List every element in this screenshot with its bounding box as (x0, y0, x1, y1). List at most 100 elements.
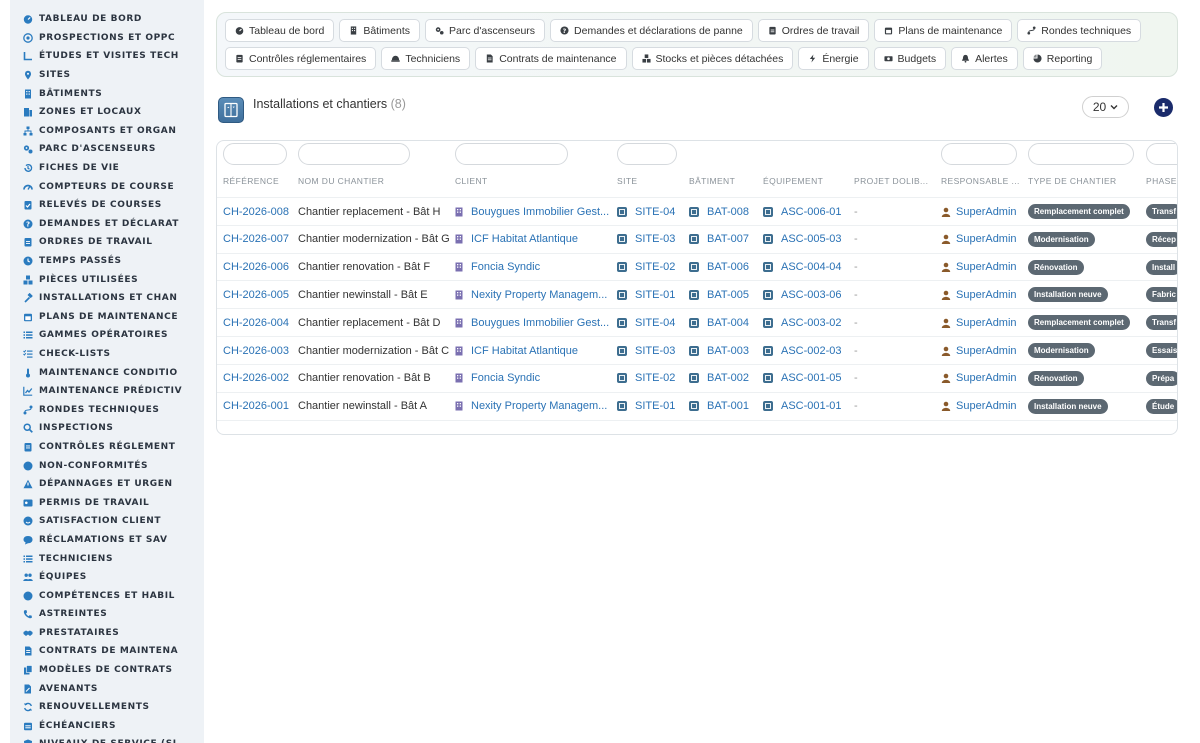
column-header-project[interactable]: PROJET DOLIB... (854, 176, 928, 186)
sidebar-item[interactable]: INSPECTIONS (10, 419, 204, 438)
nav-shortcut-button[interactable]: Énergie (798, 47, 869, 70)
table-row[interactable]: CH-2026-008 Chantier replacement - Bât H B… (217, 197, 1177, 225)
cell-ref[interactable]: CH-2026-005 (223, 281, 293, 308)
sidebar-item[interactable]: PERMIS DE TRAVAIL (10, 493, 204, 512)
cell-manager[interactable]: SuperAdmin (941, 254, 1025, 281)
filter-type-input[interactable] (1028, 143, 1134, 165)
sidebar-item[interactable]: COMPTEURS DE COURSE (10, 177, 204, 196)
nav-shortcut-button[interactable]: Tableau de bord (225, 19, 335, 42)
cell-equipment[interactable]: ASC-006-01 (763, 198, 851, 225)
cell-ref[interactable]: CH-2026-006 (223, 254, 293, 281)
cell-building[interactable]: BAT-004 (689, 309, 759, 336)
nav-shortcut-button[interactable]: Rondes techniques (1017, 19, 1142, 42)
cell-building[interactable]: BAT-005 (689, 281, 759, 308)
sidebar-item[interactable]: ASTREINTES (10, 605, 204, 624)
column-header-name[interactable]: NOM DU CHANTIER (298, 176, 384, 186)
cell-client[interactable]: Nexity Property Managem... (455, 281, 610, 308)
add-record-button[interactable] (1154, 98, 1173, 117)
cell-equipment[interactable]: ASC-003-06 (763, 281, 851, 308)
cell-equipment[interactable]: ASC-005-03 (763, 226, 851, 253)
sidebar-item[interactable]: ÉCHÉANCIERS (10, 717, 204, 736)
cell-client[interactable]: Bouygues Immobilier Gest... (455, 198, 610, 225)
nav-shortcut-button[interactable]: Parc d'ascenseurs (425, 19, 546, 42)
sidebar-item[interactable]: COMPOSANTS ET ORGAN (10, 122, 204, 141)
cell-ref[interactable]: CH-2026-008 (223, 198, 293, 225)
sidebar-item[interactable]: MAINTENANCE CONDITIO (10, 363, 204, 382)
sidebar-item[interactable]: INSTALLATIONS ET CHAN (10, 289, 204, 308)
sidebar-item[interactable]: TECHNICIENS (10, 549, 204, 568)
cell-manager[interactable]: SuperAdmin (941, 365, 1025, 392)
table-row[interactable]: CH-2026-001 Chantier newinstall - Bât A Ne… (217, 391, 1177, 420)
sidebar-item[interactable]: MAINTENANCE PRÉDICTIV (10, 382, 204, 401)
nav-shortcut-button[interactable]: Budgets (873, 47, 947, 70)
cell-client[interactable]: ICF Habitat Atlantique (455, 226, 610, 253)
table-row[interactable]: CH-2026-007 Chantier modernization - Bât … (217, 224, 1177, 253)
sidebar-item[interactable]: RÉCLAMATIONS ET SAV (10, 531, 204, 550)
sidebar-item[interactable]: CHECK-LISTS (10, 345, 204, 364)
cell-site[interactable]: SITE-03 (617, 226, 685, 253)
sidebar-item[interactable]: CONTRATS DE MAINTENA (10, 642, 204, 661)
per-page-select[interactable]: 20 (1082, 96, 1129, 118)
cell-equipment[interactable]: ASC-002-03 (763, 337, 851, 364)
filter-phase-input[interactable] (1146, 143, 1177, 165)
table-row[interactable]: CH-2026-003 Chantier modernization - Bât … (217, 336, 1177, 364)
cell-ref[interactable]: CH-2026-002 (223, 365, 293, 392)
table-row[interactable]: CH-2026-002 Chantier renovation - Bât B Fo… (217, 363, 1177, 392)
cell-client[interactable]: Foncia Syndic (455, 365, 610, 392)
cell-site[interactable]: SITE-01 (617, 393, 685, 420)
sidebar-item[interactable]: ÉQUIPES (10, 568, 204, 587)
sidebar-item[interactable]: NIVEAUX DE SERVICE (SL (10, 735, 204, 743)
column-header-building[interactable]: BÂTIMENT (689, 176, 735, 186)
sidebar-item[interactable]: AVENANTS (10, 679, 204, 698)
sidebar-item[interactable]: SATISFACTION CLIENT (10, 512, 204, 531)
cell-building[interactable]: BAT-001 (689, 393, 759, 420)
sidebar-item[interactable]: PRESTATAIRES (10, 624, 204, 643)
nav-shortcut-button[interactable]: Techniciens (381, 47, 471, 70)
cell-building[interactable]: BAT-007 (689, 226, 759, 253)
sidebar-item[interactable]: RELEVÉS DE COURSES (10, 196, 204, 215)
sidebar-item[interactable]: TEMPS PASSÉS (10, 252, 204, 271)
table-row[interactable]: CH-2026-006 Chantier renovation - Bât F Fo… (217, 252, 1177, 281)
table-row[interactable]: CH-2026-004 Chantier replacement - Bât D B… (217, 308, 1177, 336)
nav-shortcut-button[interactable]: Bâtiments (339, 19, 420, 42)
sidebar-item[interactable]: CONTRÔLES RÉGLEMENT (10, 438, 204, 457)
column-header-site[interactable]: SITE (617, 176, 638, 186)
cell-site[interactable]: SITE-03 (617, 337, 685, 364)
cell-manager[interactable]: SuperAdmin (941, 337, 1025, 364)
cell-manager[interactable]: SuperAdmin (941, 281, 1025, 308)
cell-ref[interactable]: CH-2026-003 (223, 337, 293, 364)
cell-manager[interactable]: SuperAdmin (941, 198, 1025, 225)
column-header-type[interactable]: TYPE DE CHANTIER (1028, 176, 1117, 186)
filter-ref-input[interactable] (223, 143, 287, 165)
cell-client[interactable]: Foncia Syndic (455, 254, 610, 281)
cell-client[interactable]: Nexity Property Managem... (455, 393, 610, 420)
sidebar-item[interactable]: ZONES ET LOCAUX (10, 103, 204, 122)
sidebar-item[interactable]: TABLEAU DE BORD (10, 10, 204, 29)
sidebar-item[interactable]: RENOUVELLEMENTS (10, 698, 204, 717)
column-header-client[interactable]: CLIENT (455, 176, 488, 186)
cell-building[interactable]: BAT-002 (689, 365, 759, 392)
cell-client[interactable]: ICF Habitat Atlantique (455, 337, 610, 364)
nav-shortcut-button[interactable]: Reporting (1022, 47, 1103, 70)
filter-site-input[interactable] (617, 143, 677, 165)
sidebar-item[interactable]: DÉPANNAGES ET URGEN (10, 475, 204, 494)
sidebar-item[interactable]: FICHES DE VIE (10, 159, 204, 178)
cell-manager[interactable]: SuperAdmin (941, 309, 1025, 336)
nav-shortcut-button[interactable]: Stocks et pièces détachées (631, 47, 794, 70)
cell-site[interactable]: SITE-02 (617, 365, 685, 392)
column-header-equipment[interactable]: ÉQUIPEMENT (763, 176, 823, 186)
column-header-phase[interactable]: PHASE (1146, 176, 1177, 186)
cell-manager[interactable]: SuperAdmin (941, 393, 1025, 420)
cell-building[interactable]: BAT-003 (689, 337, 759, 364)
nav-shortcut-button[interactable]: Alertes (951, 47, 1018, 70)
cell-ref[interactable]: CH-2026-001 (223, 393, 293, 420)
cell-site[interactable]: SITE-04 (617, 198, 685, 225)
sidebar-item[interactable]: ÉTUDES ET VISITES TECH (10, 47, 204, 66)
cell-manager[interactable]: SuperAdmin (941, 226, 1025, 253)
cell-client[interactable]: Bouygues Immobilier Gest... (455, 309, 610, 336)
nav-shortcut-button[interactable]: Contrôles réglementaires (225, 47, 377, 70)
sidebar-item[interactable]: ORDRES DE TRAVAIL (10, 233, 204, 252)
sidebar-item[interactable]: MODÈLES DE CONTRATS (10, 661, 204, 680)
sidebar-item[interactable]: COMPÉTENCES ET HABIL (10, 586, 204, 605)
column-header-ref[interactable]: RÉFÉRENCE (223, 176, 279, 186)
